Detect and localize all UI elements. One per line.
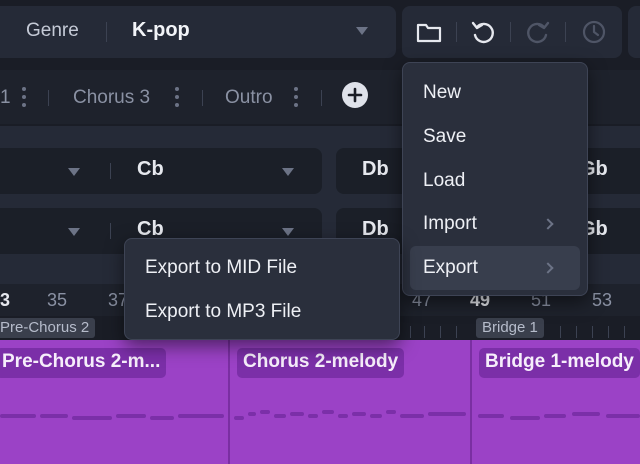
bar-number: 3 <box>0 290 11 310</box>
clip-label[interactable]: Pre-Chorus 2-m... <box>0 348 167 378</box>
bar-number: 35 <box>47 290 68 310</box>
tick <box>608 326 609 338</box>
toolbar-extra <box>628 6 640 58</box>
undo-icon[interactable] <box>467 16 499 48</box>
tick <box>410 326 411 338</box>
chord-value[interactable]: Cb <box>137 158 164 181</box>
divider <box>456 22 457 42</box>
chevron-down-icon[interactable] <box>282 168 294 176</box>
section-label[interactable]: Outro <box>225 87 273 109</box>
divider <box>106 22 107 42</box>
section-label[interactable]: Chorus 3 <box>73 87 150 109</box>
melody-notes <box>0 410 640 420</box>
tick <box>424 326 425 338</box>
divider <box>321 90 322 106</box>
tick <box>560 326 561 338</box>
section-label[interactable]: 1 <box>0 87 11 109</box>
chevron-down-icon[interactable] <box>356 27 368 35</box>
export-submenu <box>124 238 400 340</box>
more-icon[interactable] <box>175 87 179 107</box>
menu-item-import[interactable]: Import <box>423 213 477 235</box>
tick <box>456 326 457 338</box>
add-section-button[interactable] <box>342 82 368 108</box>
tick <box>592 326 593 338</box>
clip-label[interactable]: Chorus 2-melody <box>237 348 405 378</box>
section-marker[interactable]: Pre-Chorus 2 <box>0 318 96 338</box>
more-icon[interactable] <box>294 87 298 107</box>
menu-item-load[interactable]: Load <box>423 170 465 192</box>
menu-item-export-mid[interactable]: Export to MID File <box>145 257 297 279</box>
plus-icon <box>347 87 363 103</box>
divider <box>202 90 203 106</box>
redo-icon[interactable] <box>522 16 554 48</box>
more-icon[interactable] <box>22 87 26 107</box>
divider <box>510 22 511 42</box>
chevron-down-icon[interactable] <box>282 228 294 236</box>
chord-value[interactable]: Db <box>362 158 389 181</box>
divider <box>110 223 111 239</box>
folder-icon[interactable] <box>413 16 445 48</box>
tick <box>576 326 577 338</box>
tick <box>624 326 625 338</box>
section-marker[interactable]: Bridge 1 <box>476 318 544 338</box>
history-icon[interactable] <box>578 16 610 48</box>
chevron-down-icon[interactable] <box>68 168 80 176</box>
divider <box>48 90 49 106</box>
divider <box>565 22 566 42</box>
divider <box>110 163 111 179</box>
bar-number: 53 <box>592 290 613 310</box>
menu-item-export-mp3[interactable]: Export to MP3 File <box>145 301 301 323</box>
genre-value[interactable]: K-pop <box>132 19 190 42</box>
menu-item-save[interactable]: Save <box>423 126 466 148</box>
tick <box>440 326 441 338</box>
menu-item-new[interactable]: New <box>423 82 461 104</box>
menu-item-export[interactable]: Export <box>423 257 478 279</box>
genre-label: Genre <box>26 20 79 41</box>
chevron-down-icon[interactable] <box>68 228 80 236</box>
clip-label[interactable]: Bridge 1-melody <box>479 348 640 378</box>
